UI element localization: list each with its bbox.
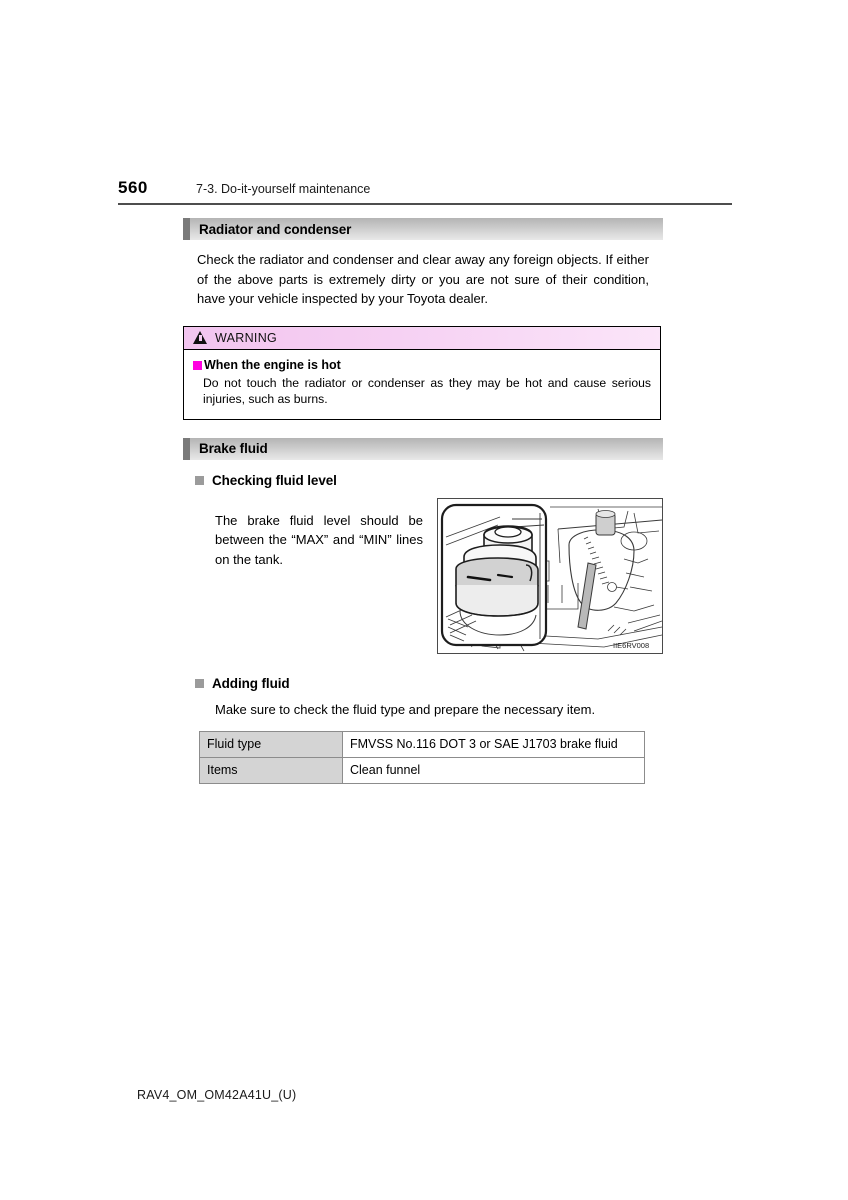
warning-body: When the engine is hot Do not touch the …	[184, 350, 660, 419]
gray-square-bullet-icon	[195, 678, 204, 688]
adding-fluid-block: Adding fluid Make sure to check the flui…	[183, 676, 663, 784]
fluid-spec-table: Fluid type FMVSS No.116 DOT 3 or SAE J17…	[199, 731, 645, 784]
checking-fluid-level-row: The brake fluid level should be between …	[183, 497, 663, 663]
table-cell-value: FMVSS No.116 DOT 3 or SAE J1703 brake fl…	[342, 731, 645, 758]
subsection-title: Adding fluid	[212, 675, 290, 691]
warning-text: Do not touch the radiator or condenser a…	[203, 375, 651, 407]
gray-square-bullet-icon	[195, 475, 204, 485]
warning-box: WARNING When the engine is hot Do not to…	[183, 325, 661, 420]
section-title: Brake fluid	[199, 441, 268, 456]
page-content: Radiator and condenser Check the radiato…	[183, 218, 663, 784]
warning-triangle-icon	[193, 331, 207, 344]
header-divider	[118, 203, 732, 205]
warning-header: WARNING	[184, 326, 660, 350]
chapter-breadcrumb: 7-3. Do-it-yourself maintenance	[196, 182, 371, 196]
warning-label: WARNING	[215, 330, 278, 345]
subsection-heading-checking-fluid-level: Checking fluid level	[195, 473, 663, 488]
section-title: Radiator and condenser	[199, 221, 352, 237]
table-row: Fluid type FMVSS No.116 DOT 3 or SAE J17…	[199, 731, 645, 758]
checking-fluid-level-text: The brake fluid level should be between …	[215, 512, 423, 567]
brake-fluid-reservoir-illustration: IIE6RV008	[437, 497, 663, 654]
radiator-paragraph: Check the radiator and condenser and cle…	[197, 252, 649, 306]
page-number: 560	[118, 178, 148, 197]
table-cell-key: Fluid type	[199, 731, 343, 758]
warning-subheading: When the engine is hot	[204, 357, 341, 372]
table-cell-value: Clean funnel	[342, 757, 645, 784]
footer-document-code: RAV4_OM_OM42A41U_(U)	[137, 1088, 297, 1102]
illustration-code: IIE6RV008	[613, 641, 649, 650]
table-row: Items Clean funnel	[199, 757, 645, 784]
subsection-title: Checking fluid level	[212, 472, 337, 488]
warning-subheading-row: When the engine is hot	[193, 358, 650, 373]
page-header: 560 7-3. Do-it-yourself maintenance	[118, 178, 732, 198]
table-cell-key: Items	[199, 757, 343, 784]
magenta-square-bullet-icon	[193, 360, 202, 370]
section-header-brake-fluid: Brake fluid	[183, 437, 663, 460]
adding-fluid-text: Make sure to check the fluid type and pr…	[215, 701, 596, 717]
section-header-radiator-and-condenser: Radiator and condenser	[183, 218, 663, 240]
section-accent-bar	[183, 437, 190, 460]
illustration-drawing: IIE6RV008	[438, 498, 662, 653]
section-accent-bar	[183, 218, 190, 240]
subsection-heading-adding-fluid: Adding fluid	[195, 676, 663, 691]
